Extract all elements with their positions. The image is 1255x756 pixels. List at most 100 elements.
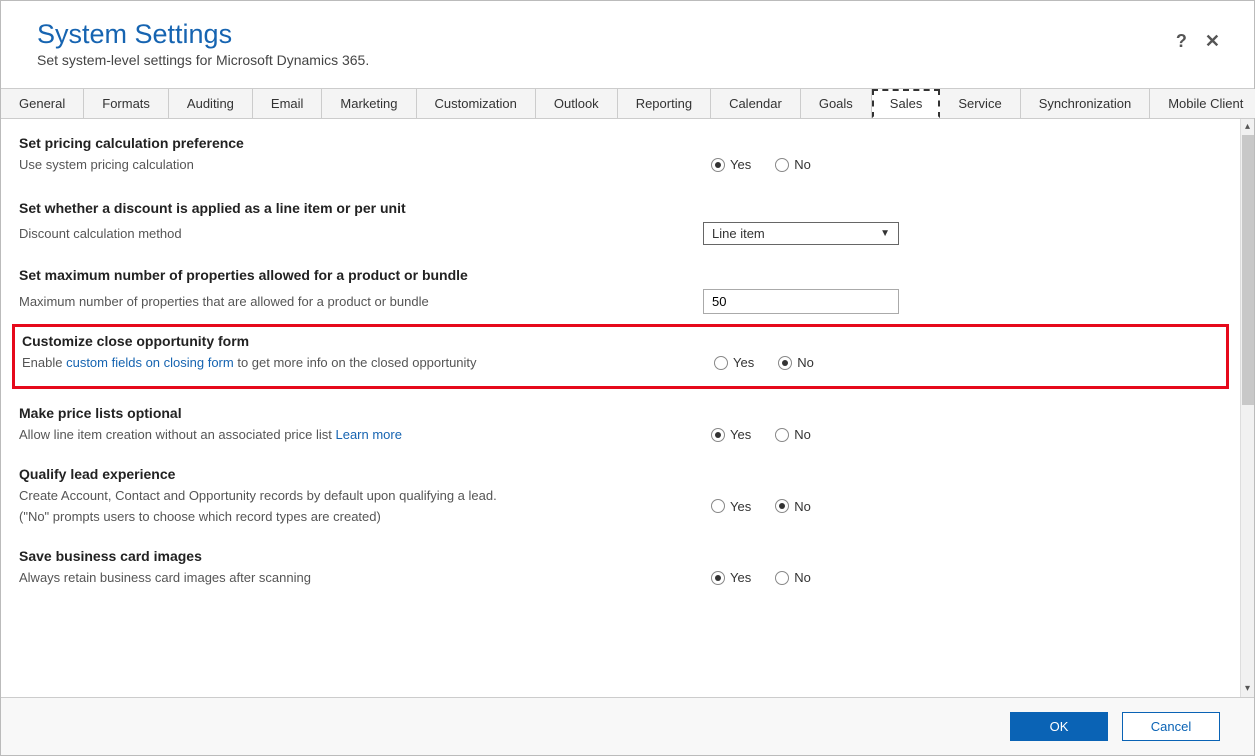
input-max-properties[interactable] [703, 289, 899, 314]
section-bizcard: Save business card images Always retain … [19, 548, 1222, 585]
link-custom-fields[interactable]: custom fields on closing form [66, 355, 234, 370]
tab-goals[interactable]: Goals [801, 89, 872, 118]
radio-qualify-yes[interactable]: Yes [711, 499, 751, 514]
label-bizcard: Always retain business card images after… [19, 570, 689, 585]
select-value: Line item [712, 226, 765, 241]
tab-mobile-client[interactable]: Mobile Client [1150, 89, 1255, 118]
tab-synchronization[interactable]: Synchronization [1021, 89, 1151, 118]
settings-content: Set pricing calculation preference Use s… [1, 119, 1240, 697]
dialog-subtitle: Set system-level settings for Microsoft … [37, 52, 1218, 68]
radio-pricelists-yes[interactable]: Yes [711, 427, 751, 442]
scroll-down-icon[interactable]: ▾ [1241, 681, 1254, 697]
section-pricing: Set pricing calculation preference Use s… [19, 135, 1222, 172]
radio-pricelists-no[interactable]: No [775, 427, 811, 442]
tab-bar: General Formats Auditing Email Marketing… [1, 88, 1254, 119]
control-qualify: Yes No [689, 499, 1222, 514]
close-icon[interactable]: ✕ [1205, 31, 1220, 52]
qualify-label: Create Account, Contact and Opportunity … [19, 488, 497, 503]
radio-pricing-yes[interactable]: Yes [711, 157, 751, 172]
radio-group-bizcard: Yes No [711, 570, 811, 585]
closeopp-label-prefix: Enable [22, 355, 66, 370]
control-bizcard: Yes No [689, 570, 1222, 585]
tab-service[interactable]: Service [940, 89, 1020, 118]
radio-closeopp-no[interactable]: No [778, 355, 814, 370]
radio-label-no: No [797, 355, 814, 370]
help-icon[interactable]: ? [1176, 31, 1187, 52]
row-closeopp: Enable custom fields on closing form to … [22, 355, 1219, 370]
tab-formats[interactable]: Formats [84, 89, 169, 118]
section-qualify: Qualify lead experience Create Account, … [19, 466, 1222, 524]
select-discount-method[interactable]: Line item ▼ [703, 222, 899, 245]
radio-dot-icon [775, 428, 789, 442]
radio-label-yes: Yes [733, 355, 754, 370]
tab-auditing[interactable]: Auditing [169, 89, 253, 118]
section-title-pricelists: Make price lists optional [19, 405, 1222, 421]
radio-label-yes: Yes [730, 157, 751, 172]
dialog-footer: OK Cancel [1, 697, 1254, 755]
tab-calendar[interactable]: Calendar [711, 89, 801, 118]
dialog-header: System Settings Set system-level setting… [1, 1, 1254, 88]
control-discount: Line item ▼ [689, 222, 1222, 245]
radio-label-no: No [794, 570, 811, 585]
system-settings-dialog: System Settings Set system-level setting… [0, 0, 1255, 756]
cancel-button[interactable]: Cancel [1122, 712, 1220, 741]
radio-group-qualify: Yes No [711, 499, 811, 514]
radio-label-no: No [794, 499, 811, 514]
vertical-scrollbar[interactable]: ▴ ▾ [1240, 119, 1254, 697]
tab-general[interactable]: General [1, 89, 84, 118]
label-pricelists: Allow line item creation without an asso… [19, 427, 689, 442]
qualify-sublabel: ("No" prompts users to choose which reco… [19, 509, 689, 524]
radio-pricing-no[interactable]: No [775, 157, 811, 172]
section-title-discount: Set whether a discount is applied as a l… [19, 200, 1222, 216]
scroll-thumb[interactable] [1242, 135, 1254, 405]
header-icons: ? ✕ [1176, 31, 1220, 52]
closeopp-label-suffix: to get more info on the closed opportuni… [234, 355, 477, 370]
tab-sales[interactable]: Sales [872, 89, 941, 118]
radio-bizcard-yes[interactable]: Yes [711, 570, 751, 585]
content-wrap: Set pricing calculation preference Use s… [1, 119, 1254, 697]
radio-qualify-no[interactable]: No [775, 499, 811, 514]
row-bizcard: Always retain business card images after… [19, 570, 1222, 585]
tab-outlook[interactable]: Outlook [536, 89, 618, 118]
radio-dot-icon [711, 571, 725, 585]
radio-dot-icon [711, 499, 725, 513]
control-pricing: Yes No [689, 157, 1222, 172]
pricelists-label-prefix: Allow line item creation without an asso… [19, 427, 335, 442]
ok-button[interactable]: OK [1010, 712, 1108, 741]
section-title-pricing: Set pricing calculation preference [19, 135, 1222, 151]
radio-closeopp-yes[interactable]: Yes [714, 355, 754, 370]
row-discount: Discount calculation method Line item ▼ [19, 222, 1222, 245]
radio-label-no: No [794, 427, 811, 442]
tab-reporting[interactable]: Reporting [618, 89, 711, 118]
radio-group-pricing: Yes No [711, 157, 811, 172]
dialog-title: System Settings [37, 19, 1218, 50]
section-discount: Set whether a discount is applied as a l… [19, 200, 1222, 245]
tab-marketing[interactable]: Marketing [322, 89, 416, 118]
radio-label-yes: Yes [730, 499, 751, 514]
control-closeopp: Yes No [692, 355, 1219, 370]
radio-dot-icon [775, 158, 789, 172]
radio-dot-icon [711, 158, 725, 172]
highlight-close-opportunity: Customize close opportunity form Enable … [12, 324, 1229, 389]
label-qualify: Create Account, Contact and Opportunity … [19, 488, 689, 524]
tab-email[interactable]: Email [253, 89, 323, 118]
label-pricing: Use system pricing calculation [19, 157, 689, 172]
radio-dot-icon [775, 499, 789, 513]
radio-label-no: No [794, 157, 811, 172]
radio-dot-icon [714, 356, 728, 370]
label-discount: Discount calculation method [19, 226, 689, 241]
radio-dot-icon [711, 428, 725, 442]
row-pricing: Use system pricing calculation Yes No [19, 157, 1222, 172]
section-title-closeopp: Customize close opportunity form [22, 333, 1219, 349]
section-closeopp: Customize close opportunity form Enable … [22, 333, 1219, 370]
radio-group-pricelists: Yes No [711, 427, 811, 442]
row-qualify: Create Account, Contact and Opportunity … [19, 488, 1222, 524]
tab-customization[interactable]: Customization [417, 89, 536, 118]
radio-dot-icon [778, 356, 792, 370]
control-maxprops [689, 289, 1222, 314]
row-pricelists: Allow line item creation without an asso… [19, 427, 1222, 442]
chevron-down-icon: ▼ [880, 228, 890, 239]
scroll-up-icon[interactable]: ▴ [1241, 119, 1254, 135]
radio-bizcard-no[interactable]: No [775, 570, 811, 585]
link-learn-more-pricelists[interactable]: Learn more [335, 427, 401, 442]
